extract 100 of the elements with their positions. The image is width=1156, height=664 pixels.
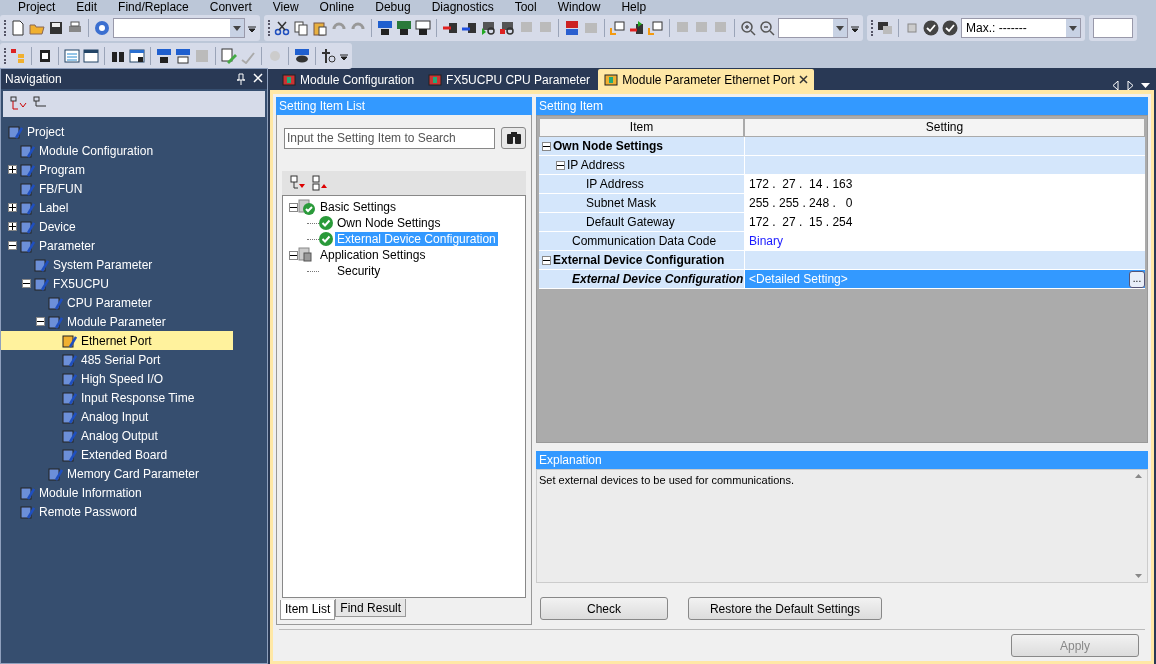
collapse-all-icon[interactable] — [290, 175, 306, 191]
read-from-plc-icon[interactable] — [461, 20, 477, 36]
tree-item[interactable]: System Parameter — [1, 255, 233, 274]
collapse-icon[interactable] — [289, 250, 298, 260]
collapse-icon[interactable] — [21, 279, 31, 288]
setting-value-cell[interactable]: <Detailed Setting> ... — [744, 270, 1145, 288]
copy-icon[interactable] — [293, 20, 309, 36]
pin-icon[interactable] — [237, 73, 245, 85]
action-button[interactable]: Restore the Default Settings — [688, 597, 882, 620]
setting-value-cell[interactable]: 172 . 27 . 15 . 254 — [744, 213, 1145, 231]
dropdown-caret-icon[interactable] — [230, 19, 244, 37]
scroll-left-icon[interactable] — [1113, 81, 1119, 90]
device-icon[interactable] — [564, 20, 580, 36]
project-tree-icon[interactable] — [10, 48, 26, 64]
device-watch-icon[interactable] — [294, 48, 310, 64]
expand-icon[interactable] — [7, 165, 17, 174]
pencil-edit-icon[interactable] — [221, 48, 237, 64]
tree-item[interactable]: FB/FUN — [1, 179, 233, 198]
setting-value-cell[interactable]: 255 . 255 . 248 . 0 — [744, 194, 1145, 212]
scroll-up-icon[interactable] — [1134, 474, 1142, 478]
expand-icon[interactable] — [7, 203, 17, 212]
document-tab[interactable]: FX5UCPU CPU Parameter — [422, 69, 597, 90]
expand-all-icon[interactable] — [312, 175, 328, 191]
tree-item[interactable]: Label — [1, 198, 233, 217]
paste-icon[interactable] — [312, 20, 328, 36]
collapse-icon[interactable] — [7, 241, 17, 250]
save-icon[interactable] — [48, 20, 64, 36]
tree-item[interactable]: Own Node Settings — [335, 216, 443, 230]
write-to-plc-icon[interactable] — [442, 20, 458, 36]
new-file-icon[interactable] — [10, 20, 26, 36]
search-field[interactable]: Input the Setting Item to Search — [284, 127, 496, 149]
menu-item[interactable]: Window — [545, 0, 610, 14]
tree-item[interactable]: CPU Parameter — [1, 293, 233, 312]
menu-item[interactable]: Find/Replace — [106, 0, 198, 14]
toolbar-overflow-icon[interactable] — [340, 51, 348, 61]
toolbar-overflow-icon[interactable] — [851, 23, 859, 33]
transfer-icon[interactable] — [629, 20, 645, 36]
help-icon[interactable] — [94, 20, 110, 36]
window-grid-icon[interactable] — [83, 48, 99, 64]
device-list-icon[interactable] — [156, 48, 172, 64]
zoom-in-icon[interactable] — [740, 20, 756, 36]
collapse-icon[interactable] — [35, 317, 45, 326]
tree-item[interactable]: Module Configuration — [1, 141, 233, 160]
setting-value-cell[interactable]: 172 . 27 . 14 . 163 — [744, 175, 1145, 193]
scroll-down-icon[interactable] — [1134, 574, 1142, 578]
tree-item[interactable]: FX5UCPU — [1, 274, 233, 293]
tree-item[interactable]: Module Parameter — [1, 312, 233, 331]
setting-value-cell[interactable]: Binary — [744, 232, 1145, 250]
tree-item[interactable]: Analog Input — [1, 407, 233, 426]
menu-item[interactable]: Help — [609, 0, 656, 14]
collapse-icon[interactable] — [542, 141, 551, 151]
tree-item[interactable]: Memory Card Parameter — [1, 464, 233, 483]
verify-icon[interactable] — [480, 20, 496, 36]
zoom-out-icon[interactable] — [759, 20, 775, 36]
window-search-icon[interactable] — [129, 48, 145, 64]
verify-icon[interactable] — [499, 20, 515, 36]
tree-item[interactable]: High Speed I/O — [1, 369, 233, 388]
tree-item[interactable]: Project — [1, 122, 233, 141]
device-table-icon[interactable] — [175, 48, 191, 64]
tree-item[interactable]: Analog Output — [1, 426, 233, 445]
collapse-icon[interactable] — [289, 202, 298, 212]
message-icon[interactable] — [648, 20, 664, 36]
tree-item[interactable]: Application Settings — [318, 248, 428, 262]
toolbar-overflow-icon[interactable] — [248, 23, 256, 33]
check-circle-icon[interactable] — [923, 20, 939, 36]
panel-tab[interactable]: Item List — [280, 600, 336, 620]
check-circle-icon[interactable] — [942, 20, 958, 36]
dropdown-caret-icon[interactable] — [833, 19, 847, 37]
menu-item[interactable]: Diagnostics — [419, 0, 503, 14]
tree-item[interactable]: 485 Serial Port — [1, 350, 233, 369]
menu-item[interactable]: View — [260, 0, 308, 14]
message-icon[interactable] — [610, 20, 626, 36]
menu-item[interactable]: Convert — [197, 0, 261, 14]
dropdown-caret-icon[interactable] — [1141, 83, 1150, 88]
menu-item[interactable]: Debug — [363, 0, 420, 14]
collapse-icon[interactable] — [556, 160, 565, 170]
device-search-icon[interactable] — [377, 20, 393, 36]
monitor-combo[interactable]: Max.: ------- — [961, 18, 1081, 38]
menu-item[interactable]: Project — [6, 0, 65, 14]
dropdown-caret-icon[interactable] — [1066, 19, 1080, 37]
chip-icon[interactable] — [37, 48, 53, 64]
detail-button[interactable]: ... — [1129, 270, 1145, 288]
tree-item[interactable]: Ethernet Port — [1, 331, 233, 350]
tree-item[interactable]: Module Information — [1, 483, 233, 502]
menu-item[interactable]: Online — [307, 0, 364, 14]
tree-item[interactable]: Remote Password — [1, 502, 233, 521]
action-button[interactable]: Check — [540, 597, 668, 620]
tree-item[interactable]: Security — [335, 264, 383, 278]
tree-item[interactable]: Parameter — [1, 236, 233, 255]
collapse-icon[interactable] — [542, 255, 551, 265]
document-tab[interactable]: Module Parameter Ethernet Port — [598, 69, 814, 90]
tree-item[interactable]: Basic Settings — [318, 200, 399, 214]
tree-sort-icon[interactable] — [9, 96, 27, 112]
panel-tab[interactable]: Find Result — [335, 599, 407, 617]
expand-icon[interactable] — [7, 222, 17, 231]
monitor-icon[interactable] — [877, 20, 893, 36]
scroll-right-icon[interactable] — [1127, 81, 1133, 90]
menu-item[interactable]: Edit — [64, 0, 107, 14]
search-button[interactable] — [501, 127, 526, 149]
tree-item[interactable]: Input Response Time — [1, 388, 233, 407]
